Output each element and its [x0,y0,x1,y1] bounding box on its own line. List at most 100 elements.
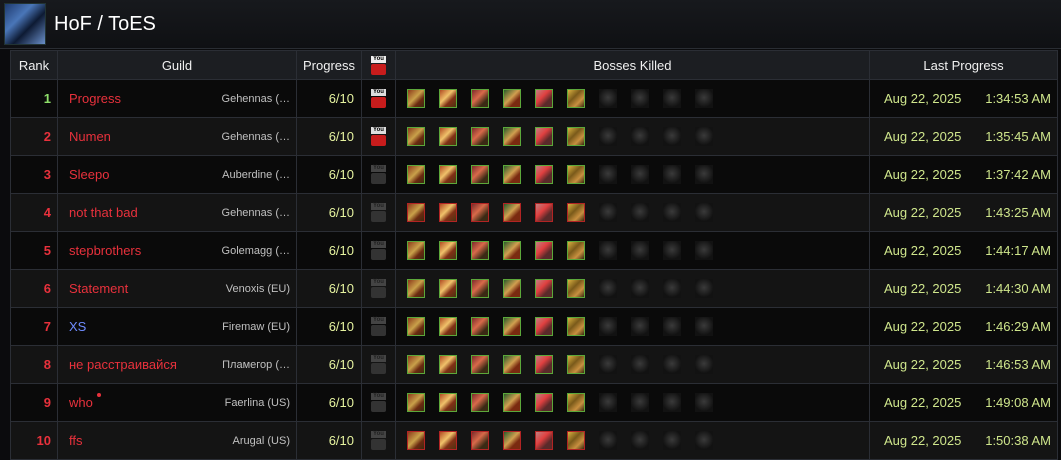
youtube-icon[interactable]: You [371,127,386,146]
boss-killed-icon[interactable] [567,203,585,222]
boss-killed-icon[interactable] [471,127,489,146]
boss-alive-icon[interactable] [695,393,713,412]
guild-name-link[interactable]: не расстраивайся [69,357,177,372]
boss-killed-icon[interactable] [503,317,521,336]
boss-killed-icon[interactable] [535,203,553,222]
boss-killed-icon[interactable] [567,355,585,374]
boss-alive-icon[interactable] [599,355,617,374]
boss-killed-icon[interactable] [471,241,489,260]
boss-killed-icon[interactable] [535,241,553,260]
progress-column-header[interactable]: Progress [297,51,362,79]
boss-killed-icon[interactable] [535,279,553,298]
boss-alive-icon[interactable] [663,355,681,374]
boss-killed-icon[interactable] [471,317,489,336]
boss-killed-icon[interactable] [439,203,457,222]
boss-killed-icon[interactable] [503,431,521,450]
boss-killed-icon[interactable] [503,203,521,222]
boss-alive-icon[interactable] [631,241,649,260]
boss-alive-icon[interactable] [599,279,617,298]
boss-alive-icon[interactable] [663,431,681,450]
boss-killed-icon[interactable] [503,279,521,298]
boss-alive-icon[interactable] [599,127,617,146]
boss-killed-icon[interactable] [535,355,553,374]
boss-killed-icon[interactable] [503,89,521,108]
boss-killed-icon[interactable] [503,127,521,146]
boss-killed-icon[interactable] [567,279,585,298]
boss-alive-icon[interactable] [599,431,617,450]
table-row[interactable]: 8 не расстраивайся Пламегор (… 6/10 You Aug 2… [11,346,1057,384]
boss-killed-icon[interactable] [471,203,489,222]
table-row[interactable]: 5 stepbrothers Golemagg (… 6/10 You Aug 22, 2… [11,232,1057,270]
boss-killed-icon[interactable] [471,279,489,298]
boss-killed-icon[interactable] [503,355,521,374]
boss-alive-icon[interactable] [631,127,649,146]
rank-column-header[interactable]: Rank [11,51,58,79]
boss-alive-icon[interactable] [631,317,649,336]
boss-killed-icon[interactable] [439,355,457,374]
boss-alive-icon[interactable] [663,89,681,108]
boss-killed-icon[interactable] [407,431,425,450]
guild-name-link[interactable]: Numen [69,129,111,144]
guild-column-header[interactable]: Guild [58,51,297,79]
boss-alive-icon[interactable] [631,393,649,412]
boss-killed-icon[interactable] [535,317,553,336]
boss-alive-icon[interactable] [695,279,713,298]
boss-killed-icon[interactable] [535,431,553,450]
boss-killed-icon[interactable] [439,241,457,260]
boss-alive-icon[interactable] [599,165,617,184]
boss-killed-icon[interactable] [407,355,425,374]
boss-alive-icon[interactable] [695,127,713,146]
boss-killed-icon[interactable] [407,165,425,184]
boss-alive-icon[interactable] [631,355,649,374]
boss-killed-icon[interactable] [471,355,489,374]
table-row[interactable]: 1 Progress Gehennas (… 6/10 You Aug 22, 2025 1… [11,80,1057,118]
boss-killed-icon[interactable] [439,89,457,108]
guild-name-link[interactable]: XS [69,319,86,334]
boss-killed-icon[interactable] [407,89,425,108]
guild-name-link[interactable]: Progress [69,91,121,106]
boss-killed-icon[interactable] [567,317,585,336]
boss-killed-icon[interactable] [407,203,425,222]
boss-killed-icon[interactable] [503,393,521,412]
boss-killed-icon[interactable] [535,393,553,412]
boss-alive-icon[interactable] [631,89,649,108]
table-row[interactable]: 9 who Faerlina (US) 6/10 You Aug 22, 2025 1:49… [11,384,1057,422]
boss-alive-icon[interactable] [663,279,681,298]
boss-alive-icon[interactable] [663,127,681,146]
boss-killed-icon[interactable] [535,165,553,184]
boss-alive-icon[interactable] [695,355,713,374]
guild-name-link[interactable]: Statement [69,281,128,296]
boss-alive-icon[interactable] [599,317,617,336]
boss-alive-icon[interactable] [695,89,713,108]
table-row[interactable]: 4 not that bad Gehennas (… 6/10 You Aug 22, 2… [11,194,1057,232]
boss-killed-icon[interactable] [439,127,457,146]
boss-killed-icon[interactable] [567,165,585,184]
boss-killed-icon[interactable] [407,279,425,298]
boss-killed-icon[interactable] [471,89,489,108]
boss-alive-icon[interactable] [663,165,681,184]
boss-alive-icon[interactable] [663,241,681,260]
boss-alive-icon[interactable] [695,203,713,222]
boss-alive-icon[interactable] [695,431,713,450]
boss-alive-icon[interactable] [663,317,681,336]
boss-alive-icon[interactable] [599,241,617,260]
boss-alive-icon[interactable] [695,241,713,260]
boss-killed-icon[interactable] [503,165,521,184]
table-row[interactable]: 3 Sleepo Auberdine (… 6/10 You Aug 22, 2025 1:… [11,156,1057,194]
boss-alive-icon[interactable] [663,203,681,222]
table-row[interactable]: 2 Numen Gehennas (… 6/10 You Aug 22, 2025 1:35… [11,118,1057,156]
boss-killed-icon[interactable] [567,431,585,450]
boss-killed-icon[interactable] [503,241,521,260]
boss-killed-icon[interactable] [535,127,553,146]
boss-alive-icon[interactable] [695,165,713,184]
boss-killed-icon[interactable] [567,393,585,412]
boss-alive-icon[interactable] [599,89,617,108]
boss-killed-icon[interactable] [567,89,585,108]
guild-name-link[interactable]: stepbrothers [69,243,141,258]
last-progress-column-header[interactable]: Last Progress [870,51,1057,79]
table-row[interactable]: 6 Statement Venoxis (EU) 6/10 You Aug 22, 202… [11,270,1057,308]
boss-alive-icon[interactable] [695,317,713,336]
boss-killed-icon[interactable] [439,279,457,298]
guild-name-link[interactable]: Sleepo [69,167,109,182]
boss-killed-icon[interactable] [439,431,457,450]
